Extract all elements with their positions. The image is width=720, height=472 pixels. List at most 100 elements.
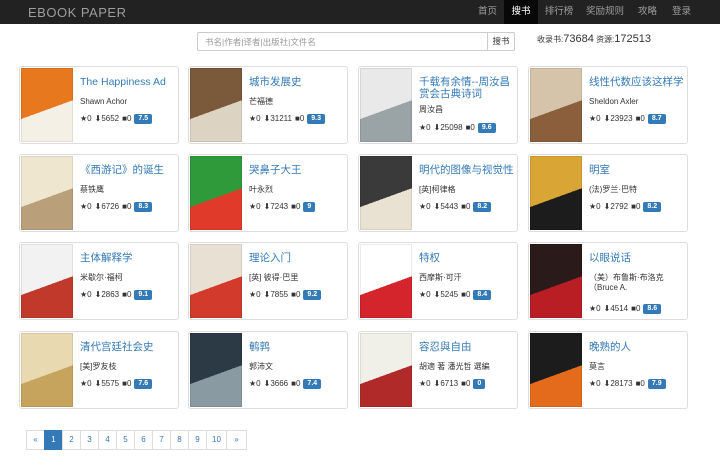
book-title[interactable]: 哭鼻子大王 <box>249 164 345 176</box>
book-card[interactable]: 鹌鹑 郭沛文 ★0 ⬇3666 ■0 7.4 <box>188 331 348 409</box>
book-title[interactable]: 理论入门 <box>249 252 345 264</box>
book-author: 芒福德 <box>249 97 273 106</box>
book-meta: ★0 ⬇7243 ■0 9 <box>249 201 316 212</box>
search-button[interactable]: 搜书 <box>487 32 515 51</box>
book-cover[interactable] <box>360 156 412 230</box>
book-cover[interactable] <box>190 333 242 407</box>
star-icon: ★ <box>249 290 257 300</box>
star-icon: ★ <box>589 379 597 389</box>
book-title[interactable]: 鹌鹑 <box>249 341 345 353</box>
page-10[interactable]: 10 <box>206 430 227 450</box>
brand-logo[interactable]: EBOOK PAPER <box>28 5 126 20</box>
book-title[interactable]: 明代的图像与视觉性 <box>419 164 515 176</box>
book-cover[interactable] <box>190 156 242 230</box>
book-title[interactable]: 清代宫廷社会史 <box>80 341 176 353</box>
book-title[interactable]: 千载有余情--周汝昌赏会古典诗词 <box>419 76 515 100</box>
book-card[interactable]: 主体解释学 米歇尔·福柯 ★0 ⬇2863 ■0 9.1 <box>19 242 179 320</box>
book-cover[interactable] <box>190 68 242 142</box>
page-next[interactable]: » <box>226 430 247 450</box>
book-cover[interactable] <box>21 244 73 318</box>
book-cover[interactable] <box>21 68 73 142</box>
nav-search-books[interactable]: 搜书 <box>504 0 538 24</box>
page-5[interactable]: 5 <box>116 430 135 450</box>
download-count: 4514 <box>610 304 629 314</box>
nav-login[interactable]: 登录 <box>665 0 698 24</box>
page-9[interactable]: 9 <box>188 430 207 450</box>
book-author: 蔡铁鹰 <box>80 185 104 194</box>
book-card[interactable]: The Happiness Ad Shawn Achor ★0 ⬇5652 ■0 7.5 <box>19 66 179 144</box>
star-icon: ★ <box>589 304 597 314</box>
download-count: 5652 <box>101 114 120 124</box>
book-cover[interactable] <box>360 68 412 142</box>
comment-count: 0 <box>126 379 132 389</box>
book-card[interactable]: 清代宫廷社会史 [美]罗友枝 ★0 ⬇5575 ■0 7.6 <box>19 331 179 409</box>
book-cover[interactable] <box>21 156 73 230</box>
book-cover[interactable] <box>190 244 242 318</box>
book-author: 郭沛文 <box>249 362 273 371</box>
search-input[interactable] <box>197 32 488 51</box>
top-navbar: EBOOK PAPER 首页 搜书 排行榜 奖励规则 攻略 登录 <box>0 0 720 24</box>
book-cover[interactable] <box>530 68 582 142</box>
page-3[interactable]: 3 <box>80 430 99 450</box>
nav-home[interactable]: 首页 <box>471 0 504 24</box>
book-card[interactable]: 千载有余情--周汝昌赏会古典诗词 周汝昌 ★0 ⬇25098 ■0 9.6 <box>358 66 518 144</box>
book-card[interactable]: 特权 西摩斯·可汗 ★0 ⬇5245 ■0 8.4 <box>358 242 518 320</box>
rating-badge: 7.6 <box>134 378 153 389</box>
comment-count: 0 <box>126 290 132 300</box>
page-7[interactable]: 7 <box>152 430 171 450</box>
comment-count: 0 <box>295 379 301 389</box>
book-card[interactable]: 《西游记》的诞生 蔡铁鹰 ★0 ⬇6726 ■0 8.3 <box>19 154 179 232</box>
page-4[interactable]: 4 <box>98 430 117 450</box>
book-card[interactable]: 明室 (法)罗兰·巴特 ★0 ⬇2792 ■0 8.2 <box>528 154 688 232</box>
nav-guide[interactable]: 攻略 <box>630 0 665 24</box>
book-cover[interactable] <box>360 244 412 318</box>
book-title[interactable]: 明室 <box>589 164 685 176</box>
star-icon: ★ <box>80 290 88 300</box>
book-title[interactable]: 容忍與自由 <box>419 341 515 353</box>
download-count: 7855 <box>270 290 289 300</box>
book-cover[interactable] <box>530 156 582 230</box>
download-icon: ⬇ <box>603 114 611 124</box>
rating-badge: 9.3 <box>307 113 326 124</box>
book-cover[interactable] <box>530 244 582 318</box>
nav-rankings[interactable]: 排行榜 <box>538 0 580 24</box>
book-meta: ★0 ⬇2863 ■0 9.1 <box>80 289 153 300</box>
book-title[interactable]: 线性代数应该这样学 <box>589 76 685 88</box>
book-card[interactable]: 线性代数应该这样学 Sheldon Axler ★0 ⬇23923 ■0 8.7 <box>528 66 688 144</box>
page-8[interactable]: 8 <box>170 430 189 450</box>
book-meta: ★0 ⬇4514 ■0 8.6 <box>589 303 662 314</box>
star-count: 0 <box>426 290 431 300</box>
comment-count: 0 <box>295 290 301 300</box>
book-cover[interactable] <box>530 333 582 407</box>
page-1[interactable]: 1 <box>44 430 63 450</box>
book-title[interactable]: 《西游记》的诞生 <box>80 164 176 176</box>
book-title[interactable]: 城市发展史 <box>249 76 345 88</box>
nav-reward-rules[interactable]: 奖励规则 <box>580 0 630 24</box>
book-card[interactable]: 理论入门 [英] 彼得·巴里 ★0 ⬇7855 ■0 9.2 <box>188 242 348 320</box>
download-icon: ⬇ <box>433 202 441 212</box>
page-prev[interactable]: « <box>26 430 45 450</box>
book-card[interactable]: 晚熟的人 莫言 ★0 ⬇28173 ■0 7.9 <box>528 331 688 409</box>
book-title[interactable]: 特权 <box>419 252 515 264</box>
book-card[interactable]: 城市发展史 芒福德 ★0 ⬇31211 ■0 9.3 <box>188 66 348 144</box>
page-6[interactable]: 6 <box>134 430 153 450</box>
book-card[interactable]: 哭鼻子大王 叶永烈 ★0 ⬇7243 ■0 9 <box>188 154 348 232</box>
page-2[interactable]: 2 <box>62 430 81 450</box>
book-cover[interactable] <box>21 333 73 407</box>
book-card[interactable]: 容忍與自由 胡適 著 潘光哲 選編 ★0 ⬇6713 ■0 0 <box>358 331 518 409</box>
comment-count: 0 <box>465 202 471 212</box>
book-cover[interactable] <box>360 333 412 407</box>
star-icon: ★ <box>80 114 88 124</box>
star-icon: ★ <box>80 202 88 212</box>
rating-badge: 7.4 <box>303 378 322 389</box>
book-meta: ★0 ⬇6726 ■0 8.3 <box>80 201 153 212</box>
book-title[interactable]: 晚熟的人 <box>589 341 685 353</box>
book-title[interactable]: The Happiness Ad <box>80 76 176 88</box>
book-card[interactable]: 明代的图像与视觉性 [英]柯律格 ★0 ⬇5443 ■0 8.2 <box>358 154 518 232</box>
download-count: 5245 <box>440 290 459 300</box>
book-title[interactable]: 以眼说话 <box>589 252 685 264</box>
book-title[interactable]: 主体解释学 <box>80 252 176 264</box>
book-card[interactable]: 以眼说话 （美）布鲁斯·布洛克（Bruce A. ★0 ⬇4514 ■0 8.6 <box>528 242 688 320</box>
star-count: 0 <box>256 114 261 124</box>
comment-count: 0 <box>640 379 645 389</box>
